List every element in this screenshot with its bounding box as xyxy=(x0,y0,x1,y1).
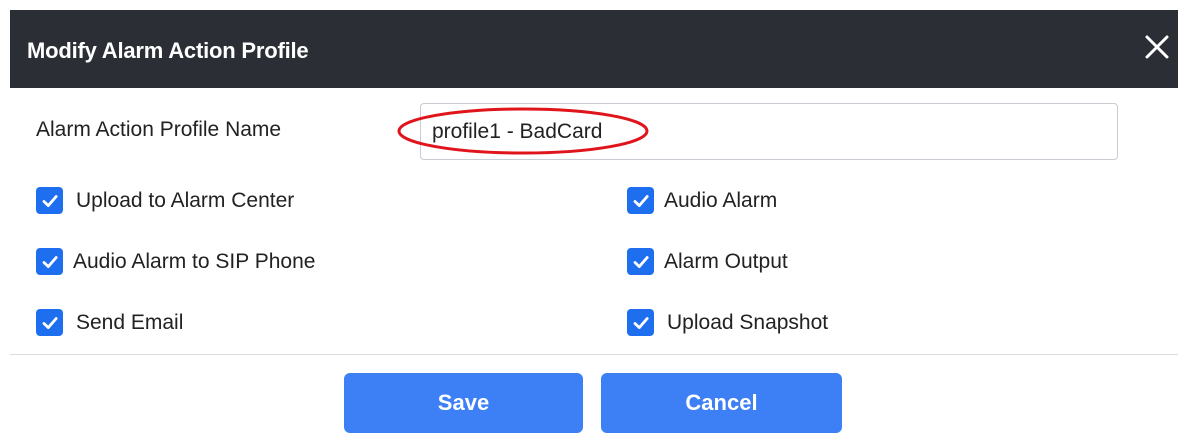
checkbox-alarm-output[interactable]: Alarm Output xyxy=(627,248,788,275)
checkbox-checked-icon[interactable] xyxy=(627,248,654,275)
checkbox-send-email[interactable]: Send Email xyxy=(36,309,183,336)
profile-name-input[interactable] xyxy=(420,103,1118,160)
close-icon[interactable] xyxy=(1142,32,1172,62)
checkbox-label: Upload to Alarm Center xyxy=(76,188,295,212)
save-button[interactable]: Save xyxy=(344,373,583,433)
profile-name-label: Alarm Action Profile Name xyxy=(36,118,282,141)
checkbox-audio-alarm[interactable]: Audio Alarm xyxy=(627,187,777,214)
checkbox-upload-to-alarm-center[interactable]: Upload to Alarm Center xyxy=(36,187,294,214)
checkbox-checked-icon[interactable] xyxy=(36,248,63,275)
footer-divider xyxy=(10,354,1178,355)
modify-alarm-action-profile-dialog: Modify Alarm Action Profile Alarm Action… xyxy=(0,0,1178,438)
checkbox-label: Audio Alarm xyxy=(664,188,778,212)
checkbox-upload-snapshot[interactable]: Upload Snapshot xyxy=(627,309,828,336)
checkbox-checked-icon[interactable] xyxy=(36,187,63,214)
checkbox-label: Audio Alarm to SIP Phone xyxy=(73,249,316,273)
checkbox-checked-icon[interactable] xyxy=(36,309,63,336)
checkbox-checked-icon[interactable] xyxy=(627,187,654,214)
dialog-titlebar: Modify Alarm Action Profile xyxy=(10,10,1178,88)
checkbox-audio-alarm-to-sip-phone[interactable]: Audio Alarm to SIP Phone xyxy=(36,248,315,275)
checkbox-label: Send Email xyxy=(76,310,184,334)
cancel-button[interactable]: Cancel xyxy=(601,373,842,433)
checkbox-checked-icon[interactable] xyxy=(627,309,654,336)
checkbox-label: Alarm Output xyxy=(664,249,788,273)
checkbox-label: Upload Snapshot xyxy=(667,310,829,334)
dialog-title: Modify Alarm Action Profile xyxy=(27,38,309,63)
